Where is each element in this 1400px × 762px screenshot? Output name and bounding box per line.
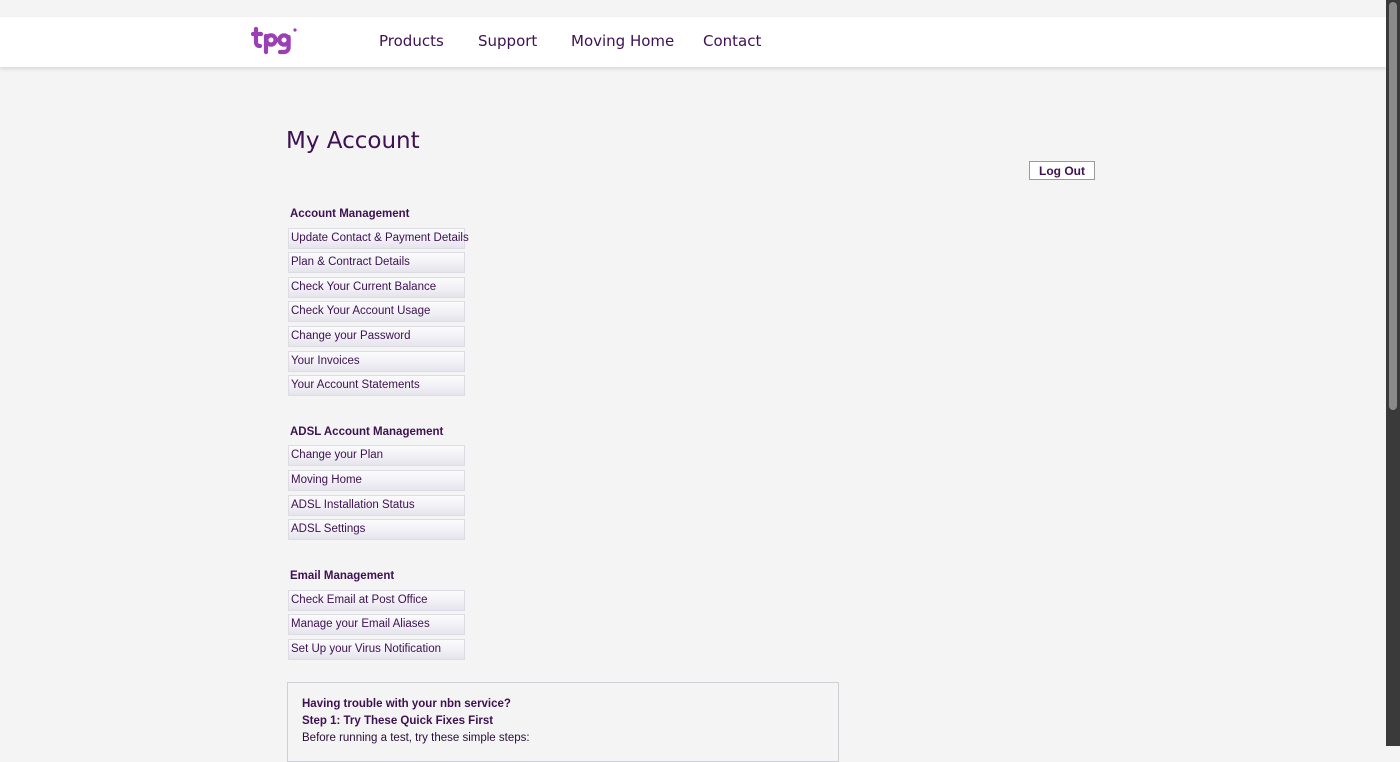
tpg-logo-icon bbox=[250, 26, 297, 55]
menu-item-moving-home[interactable]: Moving Home bbox=[288, 470, 465, 491]
nav-products[interactable]: Products bbox=[379, 17, 444, 67]
menu-item-adsl-installation-status[interactable]: ADSL Installation Status bbox=[288, 495, 465, 516]
site-header: Products Support Moving Home Contact bbox=[0, 17, 1386, 67]
nav-contact[interactable]: Contact bbox=[703, 17, 761, 67]
help-intro: Before running a test, try these simple … bbox=[302, 732, 530, 744]
menu-item-change-plan[interactable]: Change your Plan bbox=[288, 445, 465, 466]
nav-support[interactable]: Support bbox=[478, 17, 537, 67]
page-title: My Account bbox=[286, 128, 420, 154]
nbn-help-box: Having trouble with your nbn service? St… bbox=[287, 682, 839, 762]
menu-item-account-usage[interactable]: Check Your Account Usage bbox=[288, 301, 465, 322]
top-strip bbox=[0, 0, 1386, 17]
section-title-account-management: Account Management bbox=[290, 208, 410, 220]
menu-item-virus-notification[interactable]: Set Up your Virus Notification bbox=[288, 639, 465, 660]
menu-item-adsl-settings[interactable]: ADSL Settings bbox=[288, 519, 465, 540]
help-step-title: Step 1: Try These Quick Fixes First bbox=[302, 715, 494, 727]
menu-item-current-balance[interactable]: Check Your Current Balance bbox=[288, 277, 465, 298]
menu-item-change-password[interactable]: Change your Password bbox=[288, 326, 465, 347]
help-heading: Having trouble with your nbn service? bbox=[302, 698, 511, 710]
menu-item-account-statements[interactable]: Your Account Statements bbox=[288, 375, 465, 396]
menu-item-update-contact-payment[interactable]: Update Contact & Payment Details bbox=[288, 228, 469, 249]
scrollbar-thumb[interactable] bbox=[1389, 2, 1397, 410]
nav-moving-home[interactable]: Moving Home bbox=[571, 17, 674, 67]
menu-item-plan-contract[interactable]: Plan & Contract Details bbox=[288, 252, 465, 273]
menu-item-check-email[interactable]: Check Email at Post Office bbox=[288, 590, 465, 611]
section-title-email-management: Email Management bbox=[290, 570, 395, 582]
menu-item-email-aliases[interactable]: Manage your Email Aliases bbox=[288, 614, 465, 635]
vertical-scrollbar[interactable] bbox=[1386, 0, 1400, 746]
tpg-logo[interactable] bbox=[250, 25, 299, 59]
menu-item-invoices[interactable]: Your Invoices bbox=[288, 351, 465, 372]
section-title-adsl-account-management: ADSL Account Management bbox=[290, 426, 444, 438]
logout-button[interactable]: Log Out bbox=[1029, 161, 1095, 180]
